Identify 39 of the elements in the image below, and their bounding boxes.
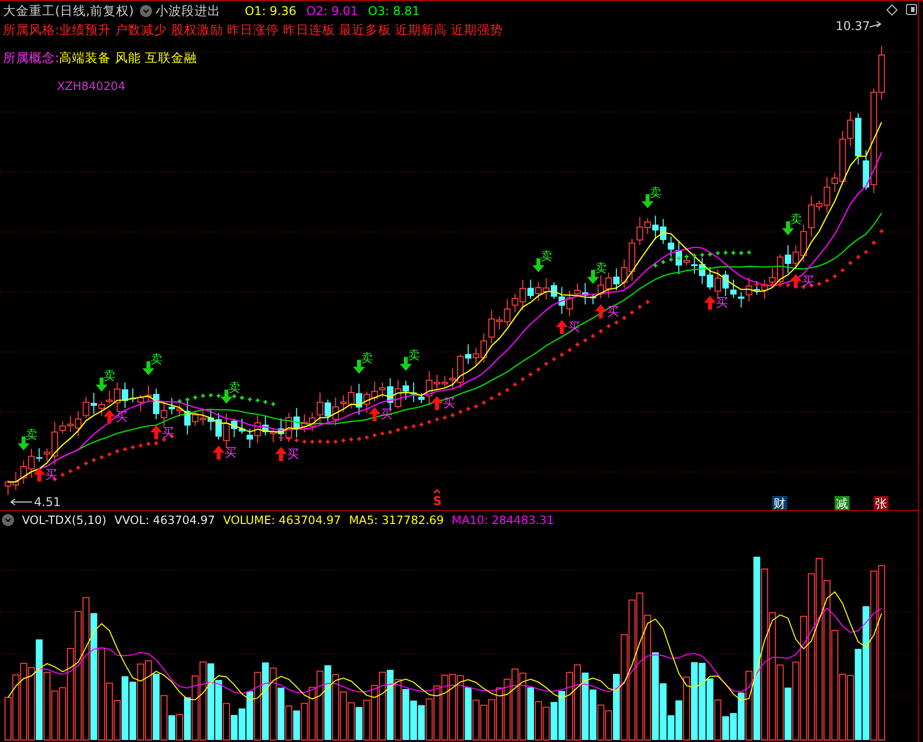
event-badge[interactable]: 减	[834, 496, 850, 510]
indicator-reading: O1: 9.36	[244, 4, 296, 18]
volume-reading: MA5: 317782.69	[348, 513, 444, 527]
buy-signal-label: 买	[162, 425, 174, 440]
buy-signal-label: 买	[115, 410, 128, 424]
sell-signal-label: 卖	[790, 212, 802, 226]
concept-tags-text: 高端装备 风能 互联金融	[59, 50, 198, 66]
event-badge[interactable]: 财	[772, 496, 788, 510]
marker-label: S	[433, 494, 442, 508]
style-tags-text: 所属风格:业绩预升 户数减少 股权激励 昨日涨停 昨日连板 最近多板 近期新高 近期强势	[3, 22, 504, 38]
volume-reading: VVOL: 463704.97	[114, 513, 216, 527]
buy-signal-label: 买	[606, 304, 619, 318]
indicator-reading: O3: 8.81	[368, 4, 420, 18]
concept-label: 所属概念:	[3, 50, 60, 66]
high-price-label: 10.37	[836, 19, 870, 33]
buy-signal-label: 买	[716, 296, 728, 310]
sell-signal-label: 卖	[104, 368, 116, 383]
sell-signal-label: 卖	[408, 348, 420, 362]
indicator-name[interactable]: 小波段进出	[156, 2, 221, 20]
event-badge[interactable]: 张	[874, 496, 889, 510]
sell-signal-label: 卖	[650, 185, 662, 200]
sell-signal-label: 卖	[540, 249, 552, 264]
sell-signal-label: 卖	[595, 260, 607, 275]
sell-signal-label: 卖	[361, 350, 373, 365]
volume-reading: MA10: 284483.31	[452, 513, 554, 527]
buy-signal-label: 买	[45, 468, 58, 482]
buy-signal-label: 买	[802, 274, 814, 288]
volume-indicator-name[interactable]: VOL-TDX(5,10)	[22, 513, 106, 527]
volume-reading: VOLUME: 463704.97	[223, 513, 341, 527]
stock-code-label: XZH840204	[57, 79, 126, 93]
buy-signal-label: 买	[287, 447, 299, 462]
buy-signal-label: 买	[224, 446, 237, 460]
buy-signal-label: 买	[443, 396, 455, 410]
low-price-label: 4.51	[34, 495, 61, 509]
chart-title: 大金重工(日线,前复权)	[3, 2, 134, 20]
indicator-reading: O2: 9.01	[306, 4, 358, 18]
sell-signal-label: 卖	[228, 380, 240, 395]
sell-signal-label: 卖	[26, 427, 38, 442]
sell-signal-label: 卖	[150, 352, 162, 366]
